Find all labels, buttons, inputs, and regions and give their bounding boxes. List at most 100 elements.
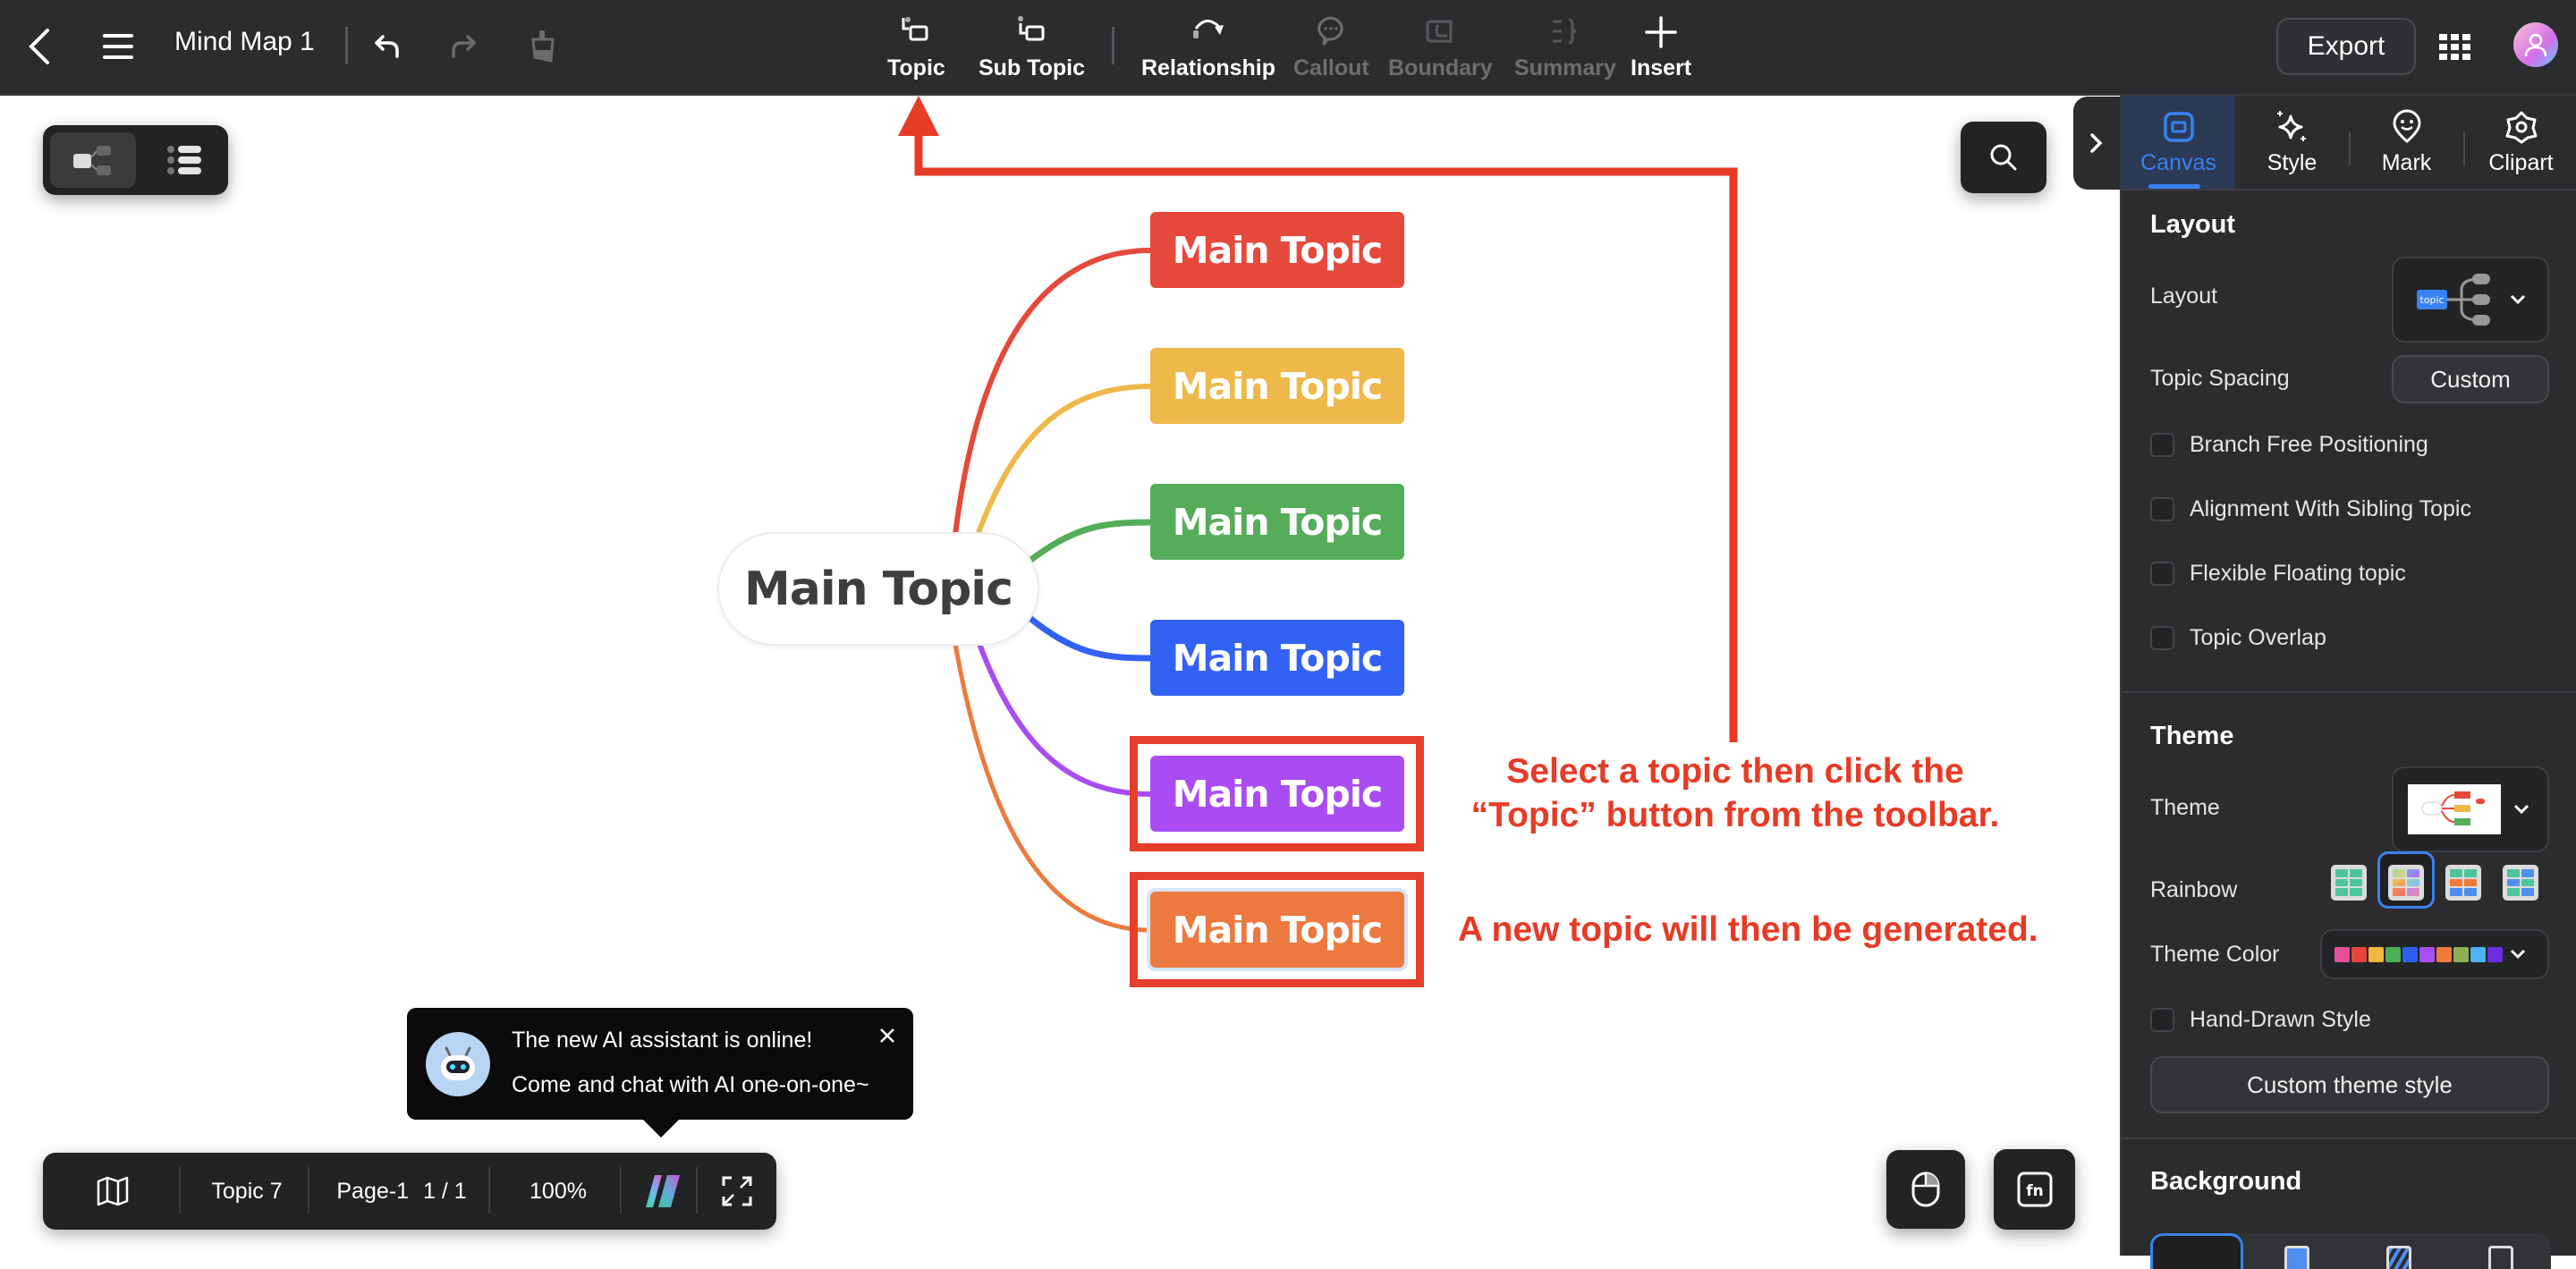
theme-section-title: Theme (2150, 722, 2234, 750)
bottom-status-bar: Topic 7 Page-1 1 / 1 100% (43, 1153, 776, 1230)
theme-color-label: Theme Color (2150, 942, 2280, 967)
user-avatar[interactable] (2513, 22, 2558, 67)
divider (2122, 691, 2576, 693)
close-popup-button[interactable] (874, 1022, 901, 1049)
topic-overlap-label: Topic Overlap (2190, 625, 2326, 650)
branch-line (1026, 519, 1151, 564)
divider (179, 1167, 181, 1214)
chevron-down-icon (2510, 949, 2526, 960)
chevron-right-icon (2090, 133, 2103, 153)
branch-free-positioning-checkbox[interactable] (2150, 433, 2174, 457)
robot-avatar-icon (426, 1032, 490, 1096)
tab-style[interactable]: Style (2235, 96, 2349, 189)
canvas-icon (2163, 111, 2194, 142)
rainbow-label: Rainbow (2150, 877, 2238, 902)
alignment-sibling-label: Alignment With Sibling Topic (2190, 496, 2471, 521)
apps-grid-icon (2439, 34, 2470, 60)
rainbow-option-4[interactable] (2503, 865, 2538, 901)
collapse-panel-button[interactable] (2073, 97, 2120, 190)
topic-count: Topic 7 (211, 1178, 283, 1204)
panel-tabs: Canvas Style Mark Clipart (2122, 96, 2576, 190)
page-selector[interactable]: Page-1 1 / 1 (315, 1153, 488, 1230)
theme-color-swatch (2419, 946, 2435, 962)
smiley-pin-icon (2392, 109, 2421, 143)
theme-color-swatch (2351, 946, 2367, 962)
flexible-floating-label: Flexible Floating topic (2190, 561, 2406, 586)
background-option-color[interactable] (2284, 1246, 2309, 1269)
theme-color-dropdown[interactable] (2320, 929, 2549, 979)
fullscreen-button[interactable] (703, 1153, 770, 1230)
tab-clipart[interactable]: Clipart (2464, 96, 2576, 189)
divider (696, 1167, 698, 1214)
theme-dropdown[interactable] (2392, 766, 2549, 852)
annotation-line-1: Select a topic then click the (1506, 752, 1964, 791)
hand-drawn-checkbox[interactable] (2150, 1008, 2174, 1032)
background-option-image[interactable] (2488, 1246, 2513, 1269)
annotation-instruction: Select a topic then click the “Topic” bu… (1449, 749, 2021, 837)
sparkle-icon (2276, 110, 2306, 141)
main-topic-3[interactable]: Main Topic (1150, 484, 1404, 560)
user-icon (2524, 33, 2547, 57)
mouse-mode-button[interactable] (1886, 1150, 1965, 1229)
close-icon (880, 1028, 894, 1043)
theme-color-swatch (2385, 946, 2401, 962)
theme-color-swatch (2436, 946, 2452, 962)
ai-assistant-button[interactable] (629, 1153, 696, 1230)
flower-icon (2505, 111, 2537, 143)
fullscreen-icon (722, 1176, 751, 1206)
ai-popup-line-1: The new AI assistant is online! (512, 1028, 813, 1053)
annotation-result: A new topic will then be generated. (1458, 910, 2038, 949)
mind-map-branches (898, 96, 1738, 933)
branch-line (953, 643, 1151, 933)
mouse-icon (1911, 1172, 1940, 1207)
divider (2122, 1138, 2576, 1139)
layout-dropdown[interactable]: topic (2392, 257, 2549, 343)
background-option-none[interactable] (2150, 1233, 2243, 1269)
hand-drawn-label: Hand-Drawn Style (2190, 1007, 2371, 1032)
custom-theme-style-button[interactable]: Custom theme style (2150, 1056, 2549, 1113)
flexible-floating-checkbox[interactable] (2150, 562, 2174, 586)
ai-logo-icon (645, 1175, 680, 1207)
layout-label: Layout (2150, 283, 2218, 309)
central-topic[interactable]: Main Topic (717, 532, 1039, 646)
fn-key-icon: fn (2017, 1172, 2052, 1207)
chevron-down-icon (2510, 294, 2526, 305)
tab-canvas[interactable]: Canvas (2122, 96, 2235, 189)
divider (488, 1167, 490, 1214)
topic-overlap-checkbox[interactable] (2150, 626, 2174, 650)
rainbow-option-3[interactable] (2445, 865, 2481, 901)
annotation-arrow-head (898, 96, 939, 136)
ai-popup-line-2: Come and chat with AI one-on-one~ (512, 1072, 869, 1097)
theme-color-swatch (2470, 946, 2486, 962)
highlight-box-selected (1130, 736, 1424, 851)
theme-color-swatch (2368, 946, 2384, 962)
annotation-line-2: “Topic” button from the toolbar. (1470, 796, 2000, 834)
map-icon (97, 1176, 128, 1206)
branch-line (975, 384, 1151, 537)
branch-line (977, 642, 1151, 797)
topic-spacing-button[interactable]: Custom (2392, 355, 2549, 403)
tab-clipart-label: Clipart (2488, 149, 2554, 175)
topic-spacing-label: Topic Spacing (2150, 366, 2290, 391)
theme-color-swatch (2402, 946, 2418, 962)
tab-mark[interactable]: Mark (2350, 96, 2463, 189)
svg-text:fn: fn (2026, 1182, 2044, 1200)
main-topic-4[interactable]: Main Topic (1150, 620, 1404, 696)
theme-color-swatch (2334, 946, 2350, 962)
theme-color-swatch (2487, 946, 2503, 962)
branch-free-positioning-label: Branch Free Positioning (2190, 432, 2428, 457)
alignment-sibling-checkbox[interactable] (2150, 497, 2174, 521)
map-overview-button[interactable] (79, 1153, 146, 1230)
theme-label: Theme (2150, 795, 2220, 820)
function-keys-button[interactable]: fn (1994, 1149, 2075, 1230)
zoom-level[interactable]: 100% (496, 1153, 621, 1230)
background-option-texture[interactable] (2386, 1246, 2411, 1269)
divider (308, 1167, 309, 1214)
svg-text:topic: topic (2419, 294, 2444, 306)
main-topic-2[interactable]: Main Topic (1150, 348, 1404, 424)
rainbow-option-1[interactable] (2331, 865, 2367, 901)
apps-button[interactable] (2435, 27, 2476, 68)
main-topic-1[interactable]: Main Topic (1150, 212, 1404, 288)
tab-style-label: Style (2267, 149, 2318, 175)
export-button[interactable]: Export (2276, 18, 2416, 75)
